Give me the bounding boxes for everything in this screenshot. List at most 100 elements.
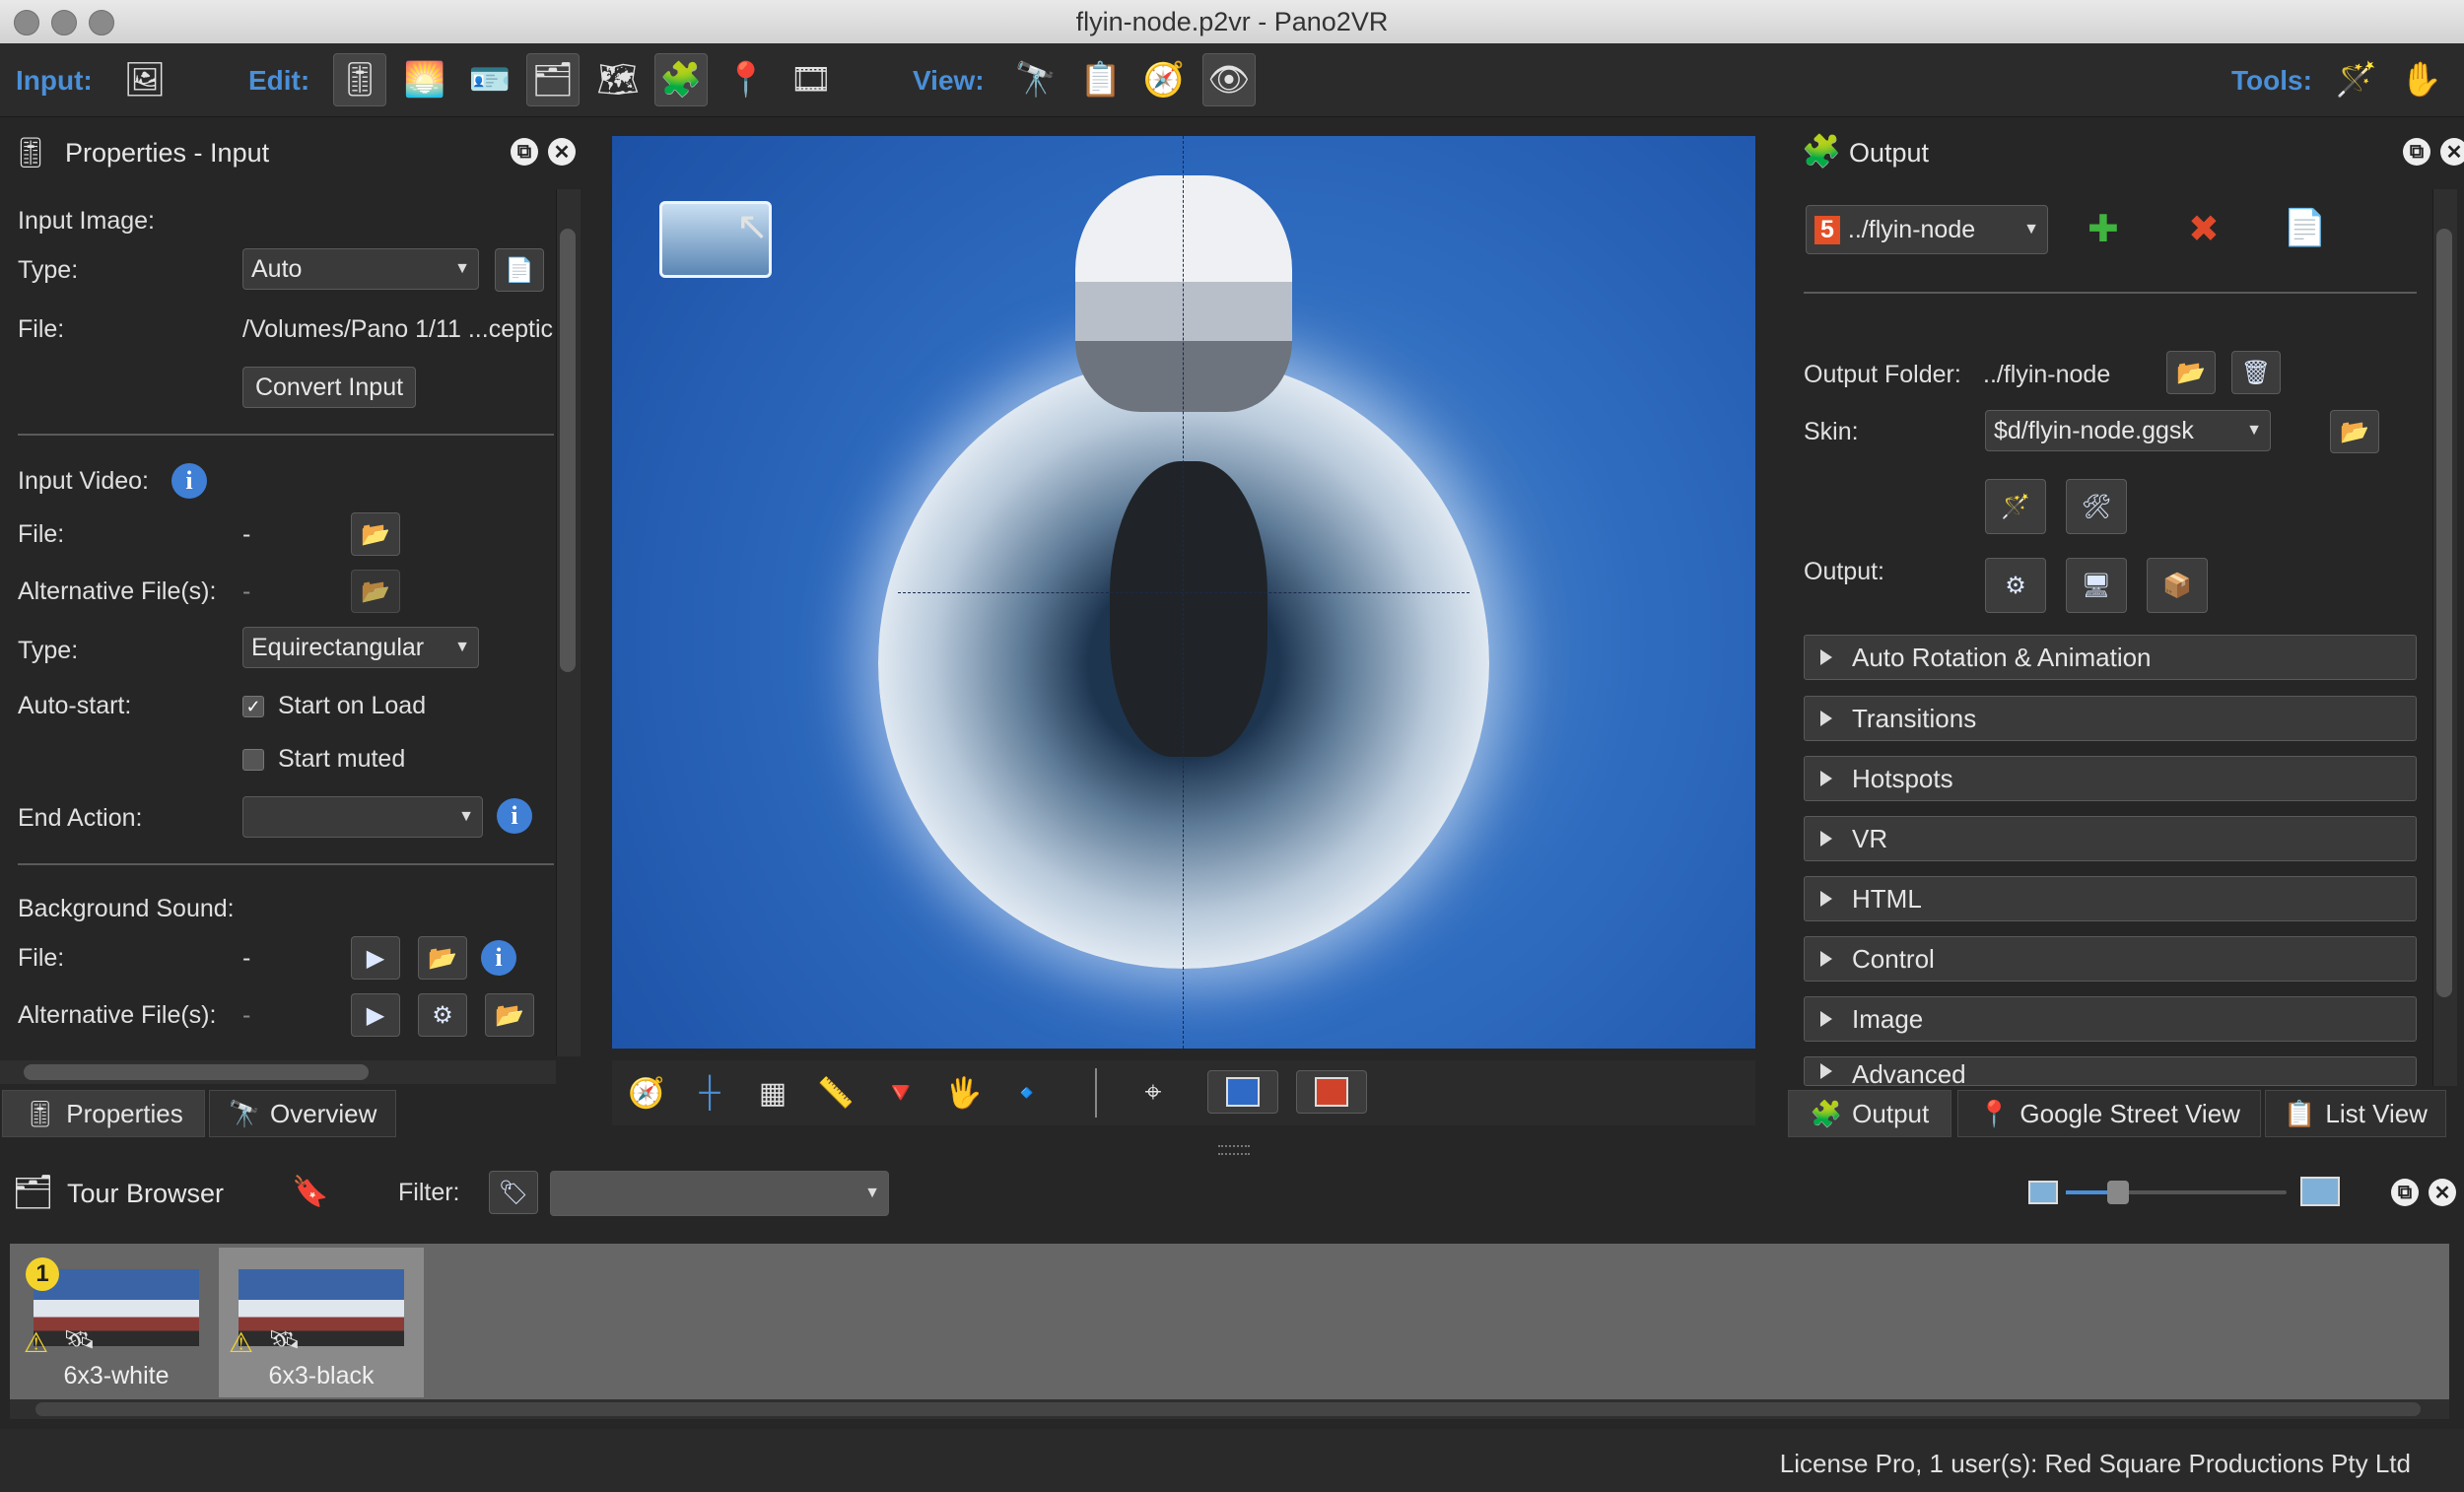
compass-icon[interactable]: 🧭 <box>622 1068 671 1118</box>
hotspot-icon[interactable]: 🔹 <box>1002 1068 1052 1118</box>
trash-icon[interactable]: 🗑 <box>2231 351 2281 394</box>
tools-hand-icon[interactable]: ✋ <box>2395 53 2448 106</box>
color-red-picker[interactable] <box>1296 1070 1367 1114</box>
scrollbar-thumb[interactable] <box>35 1402 2421 1416</box>
output-edit-icon[interactable]: 🧩 <box>654 53 708 106</box>
scrollbar-thumb[interactable] <box>560 229 576 672</box>
section-auto-rotation[interactable]: Auto Rotation & Animation <box>1804 635 2417 680</box>
remove-output-icon[interactable]: ✖ <box>2188 207 2220 251</box>
tag-icon[interactable]: 🏷 <box>489 1171 538 1214</box>
tour-browser-area: 1 ⚠ 🛰 6x3-white ⚠ 🛰 6x3-black <box>10 1244 2449 1399</box>
sort-stamp-icon[interactable]: 🔖 <box>292 1175 328 1209</box>
float-panel-icon[interactable]: ⧉ <box>2391 1179 2419 1206</box>
open-folder-icon[interactable]: 📂 <box>2330 410 2379 453</box>
copy-icon[interactable]: 📄 <box>495 248 544 292</box>
color-blue-picker[interactable] <box>1207 1070 1278 1114</box>
panorama-viewer[interactable]: ↖ <box>612 136 1755 1049</box>
title-bar: flyin-node.p2vr - Pano2VR <box>0 0 2464 44</box>
start-on-load-checkbox[interactable]: ✓ <box>242 696 264 717</box>
scrollbar-thumb[interactable] <box>24 1064 369 1080</box>
input-type-select[interactable]: Auto ▼ <box>242 248 479 290</box>
tab-output[interactable]: 🧩 Output <box>1788 1090 1951 1137</box>
tour-browser-icon: 🗂 <box>12 1174 55 1211</box>
section-image[interactable]: Image <box>1804 996 2417 1042</box>
open-folder-icon[interactable]: 📂 <box>2166 351 2216 394</box>
thumbnail-size-slider[interactable] <box>2066 1181 2287 1204</box>
properties-icon[interactable]: 🎚 <box>333 53 386 106</box>
tour-browser-icon[interactable]: 🗂 <box>526 53 580 106</box>
open-folder-icon[interactable]: 📂 <box>418 936 467 980</box>
tour-map-icon[interactable]: 🗺 <box>591 53 645 106</box>
level-icon[interactable]: 📏 <box>811 1068 860 1118</box>
package-icon[interactable]: 📦 <box>2147 558 2208 613</box>
skin-wizard-icon[interactable]: 🪄 <box>1985 479 2046 534</box>
tab-list-view[interactable]: 📋 List View <box>2265 1090 2446 1137</box>
tour-h-scrollbar[interactable] <box>10 1399 2449 1419</box>
tab-google-street-view[interactable]: 📍 Google Street View <box>1957 1090 2261 1137</box>
float-panel-icon[interactable]: ⧉ <box>511 138 538 166</box>
binoculars-icon[interactable]: 🔭 <box>1009 53 1062 106</box>
properties-panel-title: Properties - Input <box>65 138 270 168</box>
end-action-select[interactable]: ▼ <box>242 796 483 838</box>
crosshair-toggle-icon[interactable]: ┼ <box>685 1068 734 1118</box>
tools-wizard-icon[interactable]: 🪄 <box>2330 53 2383 106</box>
properties-h-scrollbar[interactable] <box>0 1060 556 1084</box>
tour-thumbnail[interactable]: 1 ⚠ 🛰 6x3-white <box>14 1248 219 1397</box>
google-street-view-icon[interactable]: 📍 <box>719 53 773 106</box>
grid-icon[interactable]: ▦ <box>748 1068 797 1118</box>
section-html[interactable]: HTML <box>1804 876 2417 921</box>
play-icon[interactable]: ▶ <box>351 936 400 980</box>
slider-thumb[interactable] <box>2107 1181 2129 1204</box>
splitter-handle[interactable] <box>1218 1145 1250 1155</box>
gear-icon[interactable]: ⚙ <box>1985 558 2046 613</box>
animation-icon[interactable]: 🎞 <box>785 53 838 106</box>
open-folder-icon[interactable]: 📂 <box>351 512 400 556</box>
preview-monitor-icon[interactable]: 🖥 <box>2066 558 2127 613</box>
end-action-info-icon[interactable]: i <box>497 798 532 834</box>
close-panel-icon[interactable]: ✕ <box>2440 138 2464 166</box>
float-panel-icon[interactable]: ⧉ <box>2403 138 2430 166</box>
tour-thumbnail-selected[interactable]: ⚠ 🛰 6x3-black <box>219 1248 424 1397</box>
open-folder-icon[interactable]: 📂 <box>485 993 534 1037</box>
import-panorama-icon[interactable]: 🖼 <box>118 53 171 106</box>
target-icon[interactable]: ⌖ <box>1129 1068 1178 1118</box>
skin-select[interactable]: $d/flyin-node.ggsk ▼ <box>1985 410 2271 451</box>
preview-eye-icon[interactable]: 👁 <box>1202 53 1256 106</box>
tab-properties[interactable]: 🎚 Properties <box>2 1090 205 1137</box>
section-advanced[interactable]: Advanced <box>1804 1056 2417 1086</box>
play-icon[interactable]: ▶ <box>351 993 400 1037</box>
expand-triangle-icon <box>1820 951 1832 967</box>
clipboard-icon[interactable]: 📋 <box>1074 53 1128 106</box>
sound-file-label: File: <box>18 944 65 972</box>
user-data-icon[interactable]: 🪪 <box>463 53 516 106</box>
start-muted-checkbox[interactable] <box>242 749 264 771</box>
divider <box>1804 292 2417 294</box>
sound-info-icon[interactable]: i <box>481 940 516 976</box>
section-transitions[interactable]: Transitions <box>1804 696 2417 741</box>
gear-icon[interactable]: ⚙ <box>418 993 467 1037</box>
output-scrollbar[interactable] <box>2432 189 2457 1086</box>
close-panel-icon[interactable]: ✕ <box>548 138 576 166</box>
scrollbar-thumb[interactable] <box>2436 229 2452 997</box>
hand-icon[interactable]: 🖐 <box>939 1068 989 1118</box>
close-panel-icon[interactable]: ✕ <box>2429 1179 2456 1206</box>
view-cone-icon[interactable]: 🔻 <box>876 1068 925 1118</box>
video-type-select[interactable]: Equirectangular ▼ <box>242 627 479 668</box>
tab-overview[interactable]: 🔭 Overview <box>209 1090 396 1137</box>
compass-view-icon[interactable]: 🧭 <box>1137 53 1191 106</box>
convert-input-button[interactable]: Convert Input <box>242 367 416 408</box>
expand-triangle-icon <box>1820 1011 1832 1027</box>
section-control[interactable]: Control <box>1804 936 2417 982</box>
section-vr[interactable]: VR <box>1804 816 2417 861</box>
section-hotspots[interactable]: Hotspots <box>1804 756 2417 801</box>
filter-select[interactable]: ▼ <box>550 1171 889 1216</box>
output-format-select[interactable]: 5 ../flyin-node ▼ <box>1806 205 2048 254</box>
add-output-icon[interactable]: ✚ <box>2088 207 2119 251</box>
viewing-parameters-icon[interactable]: 🌅 <box>398 53 451 106</box>
export-document-icon[interactable]: 📄 <box>2283 207 2327 248</box>
properties-scrollbar[interactable] <box>556 189 581 1056</box>
open-folder-icon[interactable]: 📂 <box>351 570 400 613</box>
boat-shape <box>1110 461 1267 757</box>
skin-editor-icon[interactable]: 🛠 <box>2066 479 2127 534</box>
video-info-icon[interactable]: i <box>171 463 207 499</box>
